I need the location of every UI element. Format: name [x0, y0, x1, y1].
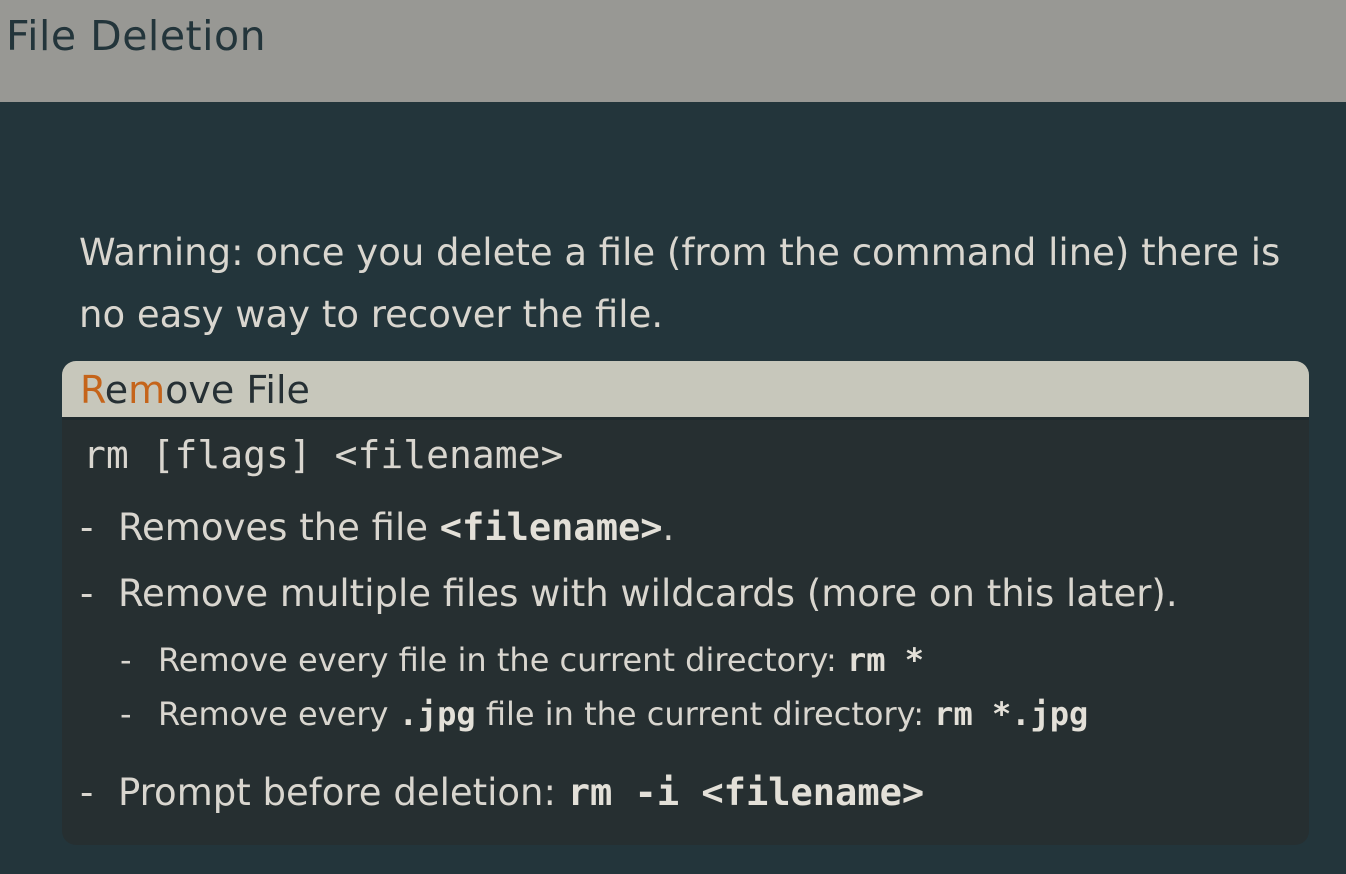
block-title-e: e	[104, 368, 129, 412]
inline-code: <filename>	[439, 506, 663, 549]
block-title-accent-r: R	[80, 368, 105, 412]
bullet-text: Remove every	[158, 695, 399, 733]
command-block: Remove File rm [flags] <filename> - Remo…	[62, 361, 1309, 845]
bullet-dash: -	[80, 506, 94, 549]
bullet-text: Remove multiple files with wildcards (mo…	[118, 572, 1178, 615]
page-title: File Deletion	[6, 12, 267, 60]
bullet-dash: -	[120, 641, 132, 679]
block-header: Remove File	[62, 361, 1309, 420]
command-syntax: rm [flags] <filename>	[83, 433, 564, 477]
inline-code: rm *	[846, 641, 924, 679]
block-title-rest: ove File	[165, 368, 310, 412]
bullet-text: Removes the file	[118, 506, 440, 549]
slide: File Deletion Warning: once you delete a…	[0, 0, 1346, 874]
bullet-dash: -	[80, 572, 94, 615]
block-title-accent-m: m	[128, 368, 166, 412]
inline-code: rm *.jpg	[934, 695, 1089, 733]
title-bar: File Deletion	[0, 0, 1346, 102]
bullet-text: Remove every file in the current directo…	[158, 641, 847, 679]
inline-code: .jpg	[398, 695, 476, 733]
block-title: Remove File	[80, 368, 310, 412]
warning-text: Warning: once you delete a file (from th…	[79, 231, 1281, 336]
bullet-text-middle: file in the current directory:	[475, 695, 935, 733]
bullet-dash: -	[80, 771, 94, 814]
bullet-suffix: .	[662, 506, 675, 549]
inline-code: rm -i <filename>	[567, 771, 925, 814]
bullet-dash: -	[120, 695, 132, 733]
bullet-text: Prompt before deletion:	[118, 771, 568, 814]
